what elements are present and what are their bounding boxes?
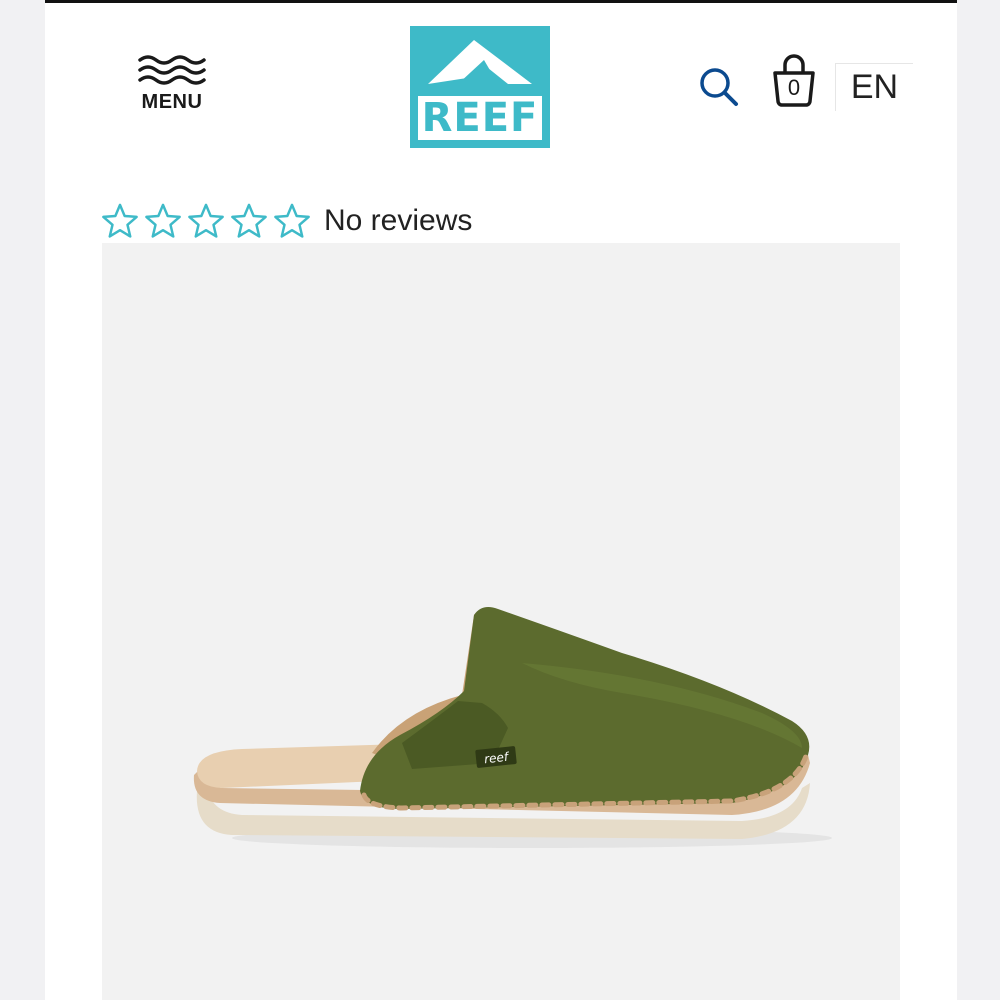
product-image[interactable]: reef bbox=[102, 243, 900, 1000]
cart-button[interactable]: 0 bbox=[769, 53, 819, 109]
menu-label: MENU bbox=[141, 91, 203, 113]
reviews-count-text[interactable]: No reviews bbox=[324, 204, 472, 238]
product-rating: No reviews bbox=[101, 199, 472, 243]
menu-waves-icon bbox=[138, 55, 206, 85]
language-selector[interactable]: EN bbox=[835, 63, 913, 111]
reef-logo-mark-icon bbox=[428, 40, 532, 84]
page: MENU REEF 0 EN No reviews reef bbox=[45, 0, 957, 1000]
shoe-illustration: reef bbox=[193, 607, 832, 848]
star-outline-icon[interactable] bbox=[230, 202, 268, 240]
star-outline-icon[interactable] bbox=[101, 202, 139, 240]
star-outline-icon[interactable] bbox=[273, 202, 311, 240]
star-outline-icon[interactable] bbox=[144, 202, 182, 240]
cart-count: 0 bbox=[787, 75, 801, 100]
shoe-tag-text: reef bbox=[483, 750, 510, 767]
star-outline-icon[interactable] bbox=[187, 202, 225, 240]
logo-text: REEF bbox=[418, 96, 542, 140]
menu-button[interactable]: MENU bbox=[135, 53, 209, 123]
search-icon[interactable] bbox=[697, 65, 741, 109]
reef-logo[interactable]: REEF bbox=[410, 26, 550, 148]
